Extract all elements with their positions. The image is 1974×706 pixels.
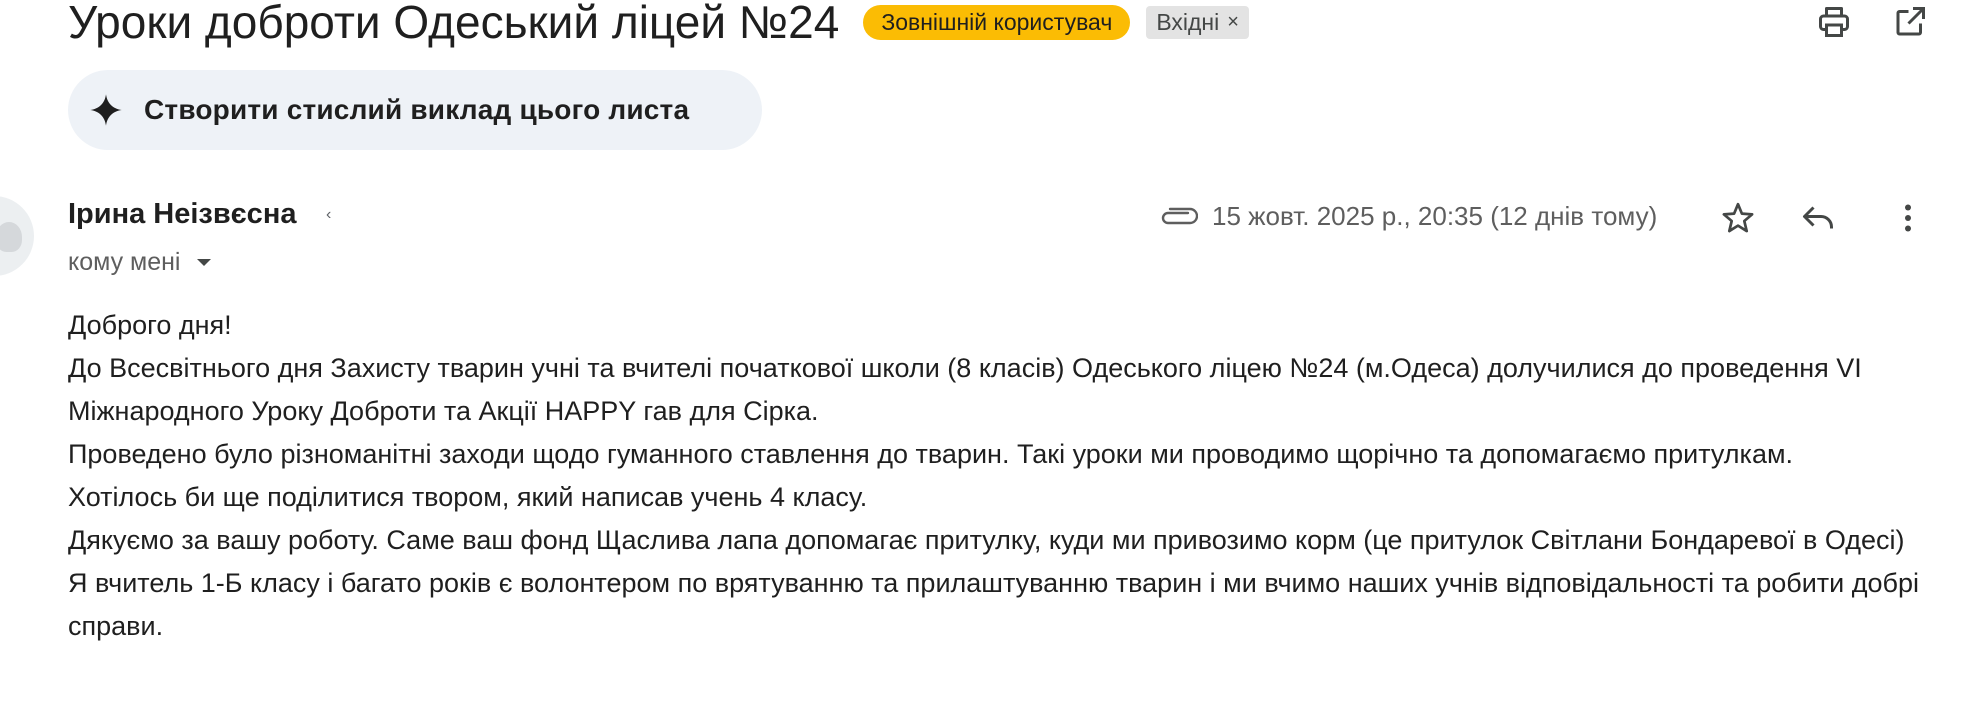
email-date: 15 жовт. 2025 р., 20:35 (12 днів тому) (1212, 200, 1658, 231)
email-subject: Уроки доброти Одеський ліцей №24 (68, 0, 840, 48)
remove-label-button[interactable]: × (1227, 11, 1239, 34)
label-chip-inbox[interactable]: Вхідні × (1146, 5, 1249, 39)
body-paragraph: Хотілось би ще поділитися твором, який н… (68, 482, 868, 512)
sender-details-caret: ‹ (326, 206, 332, 223)
body-paragraph: Доброго дня! (68, 310, 232, 340)
summarize-email-button[interactable]: Створити стислий виклад цього листа (68, 70, 762, 150)
more-options-button[interactable] (1886, 196, 1930, 240)
sender-avatar[interactable] (0, 196, 34, 276)
star-button[interactable] (1716, 196, 1760, 240)
recipient-label: кому мені (68, 248, 181, 276)
attachment-icon (1161, 207, 1198, 225)
print-button[interactable] (1812, 0, 1856, 44)
reply-icon (1803, 206, 1833, 229)
reply-button[interactable] (1796, 196, 1840, 240)
summarize-email-label: Створити стислий виклад цього листа (144, 94, 690, 125)
recipient-details-toggle[interactable]: кому мені (68, 248, 213, 277)
subject-row: Уроки доброти Одеський ліцей №24 Зовнішн… (68, 0, 1249, 48)
label-chip-text: Вхідні (1156, 8, 1220, 35)
print-icon (1819, 7, 1849, 37)
star-icon (1722, 202, 1754, 233)
body-paragraph: До Всесвітнього дня Захисту тварин учні … (68, 353, 1862, 426)
avatar-silhouette (0, 222, 22, 252)
sparkle-icon (90, 94, 122, 126)
open-in-new-window-button[interactable] (1888, 0, 1932, 44)
body-paragraph: Я вчитель 1-Б класу і багато років є вол… (68, 568, 1920, 641)
body-paragraph: Проведено було різноманітні заходи щодо … (68, 439, 1794, 469)
email-view: Уроки доброти Одеський ліцей №24 Зовнішн… (0, 0, 1974, 706)
body-paragraph: Дякуємо за вашу роботу. Саме ваш фонд Ща… (68, 525, 1905, 555)
sender-name[interactable]: Ірина Неізвєсна (68, 198, 296, 231)
more-vertical-icon (1905, 204, 1911, 232)
email-body: Доброго дня! До Всесвітнього дня Захисту… (68, 304, 1938, 648)
external-user-badge: Зовнішній користувач (863, 4, 1131, 40)
email-meta: 15 жовт. 2025 р., 20:35 (12 днів тому) (1158, 196, 1657, 236)
open-in-new-window-icon (1896, 7, 1925, 36)
chevron-down-icon (196, 258, 211, 266)
